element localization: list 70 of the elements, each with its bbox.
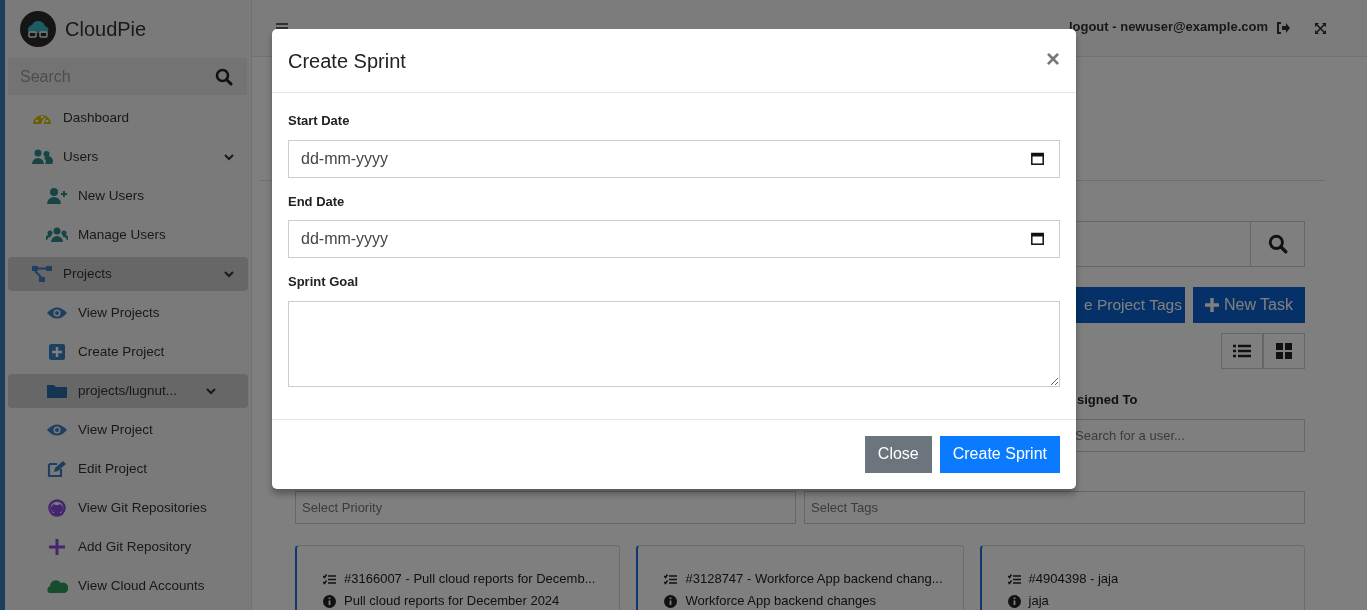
sidebar-item[interactable]: Projects — [8, 257, 248, 291]
users-icon — [31, 148, 53, 166]
field-label: Start Date — [288, 112, 351, 130]
sidebar-item[interactable]: Edit Project — [8, 452, 248, 486]
info-icon — [323, 594, 336, 608]
sidebar-item[interactable]: Dashboard — [8, 101, 248, 135]
field-label: End Date — [288, 192, 346, 211]
sprint-goal-field[interactable] — [288, 300, 1060, 387]
sidebar-item[interactable]: View Git Repositories — [8, 491, 248, 525]
sidebar-item[interactable]: Add Git Repository — [8, 530, 248, 564]
tags-select[interactable]: Select Tags — [804, 491, 1305, 524]
plus-icon — [46, 538, 68, 556]
task-title: #4904398 - jaja — [1028, 570, 1119, 589]
field-label: Sprint Goal — [288, 273, 360, 291]
date-field[interactable]: dd-mm-yyyy — [288, 220, 1060, 258]
chevron-icon — [224, 270, 234, 278]
logout-link[interactable]: logout - newuser@example.com — [1068, 18, 1268, 34]
task-description: jaja — [1028, 592, 1049, 610]
plus-square-icon — [46, 343, 68, 361]
chevron-icon — [224, 153, 234, 161]
info-icon — [1007, 594, 1021, 608]
close-button[interactable]: Close — [864, 435, 932, 473]
sidebar-item[interactable]: Users — [8, 140, 248, 174]
task-title: #3166007 - Pull cloud reports for Decemb... — [344, 570, 596, 589]
user-plus-icon — [46, 187, 68, 205]
date-field[interactable]: dd-mm-yyyy — [288, 139, 1060, 178]
sidebar-item[interactable]: View Project — [8, 413, 248, 447]
task-card[interactable]: #3166007 - Pull cloud reports for Decemb... Pull cloud reports for December 2024 — [295, 545, 621, 610]
checklist-icon — [664, 573, 678, 585]
sign-out-icon — [1276, 22, 1290, 34]
circle-icon — [46, 499, 68, 517]
grid-view-button[interactable] — [1263, 333, 1305, 369]
calendar-icon[interactable] — [1031, 151, 1044, 165]
task-description: Workforce App backend changes — [685, 592, 877, 610]
sidebar-item[interactable]: Manage Users — [8, 218, 248, 252]
sidebar-item[interactable]: Create Project — [8, 335, 248, 369]
search-button[interactable] — [1250, 221, 1305, 267]
close-button[interactable]: × — [1046, 46, 1060, 75]
field-label: signed To — [1077, 392, 1138, 407]
search-icon — [1267, 234, 1288, 254]
sidebar-item[interactable]: View Projects — [8, 296, 248, 330]
calendar-icon[interactable] — [1031, 232, 1044, 245]
logo-icon — [20, 10, 56, 47]
task-card[interactable]: #4904398 - jaja jaja — [979, 545, 1305, 610]
hierarchy-icon — [31, 265, 53, 283]
fullscreen-icon[interactable] — [1314, 21, 1327, 35]
priority-select[interactable]: Select Priority — [295, 491, 796, 524]
new-task-button[interactable]: New Task — [1192, 287, 1305, 323]
edit-icon — [46, 460, 68, 478]
plus-icon — [1204, 298, 1219, 312]
brand-name: CloudPie — [65, 16, 147, 42]
create-sprint-button[interactable]: Create Sprint — [939, 435, 1060, 473]
task-title: #3128747 - Workforce App backend chang... — [685, 570, 943, 589]
task-description: Pull cloud reports for December 2024 — [344, 592, 560, 610]
sidebar-item[interactable]: New Users — [8, 179, 248, 213]
sidebar-item[interactable]: View Cloud Accounts — [8, 569, 248, 603]
folder-icon — [46, 382, 68, 400]
checklist-icon — [1007, 573, 1021, 585]
search-icon — [215, 68, 233, 86]
grid-icon — [1276, 343, 1292, 359]
checklist-icon — [323, 573, 336, 585]
dialog-title: Create Sprint — [288, 48, 406, 73]
users-group-icon — [46, 226, 68, 244]
sidebar-item[interactable]: projects/lugnut... — [8, 374, 248, 408]
list-icon — [1233, 344, 1251, 358]
list-view-button[interactable] — [1221, 333, 1263, 369]
info-icon — [664, 594, 678, 608]
task-card[interactable]: #3128747 - Workforce App backend chang... Workforce App backend changes — [636, 545, 964, 610]
cloud-icon — [46, 577, 68, 595]
chevron-icon — [206, 387, 216, 395]
